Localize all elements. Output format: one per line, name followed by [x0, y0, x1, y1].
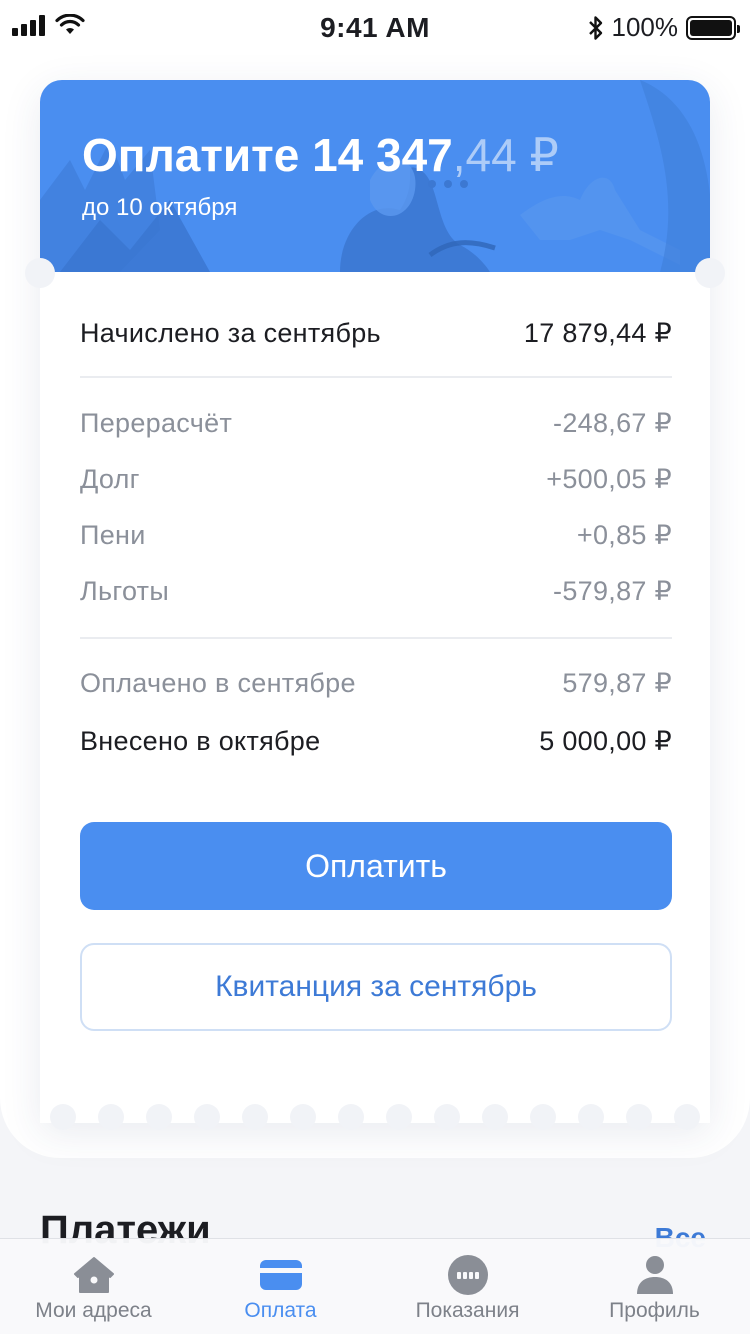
divider	[80, 637, 672, 639]
detail-value: +500,05 ₽	[546, 464, 672, 494]
ticket-perforation	[40, 1104, 710, 1130]
pay-button[interactable]: Оплатить	[80, 822, 672, 910]
home-icon	[72, 1253, 116, 1297]
detail-label: Долг	[80, 464, 140, 494]
tab-bar: Мои адреса Оплата Показания Профиль	[0, 1238, 750, 1334]
battery-icon	[686, 15, 740, 40]
paid-october-value: 5 000,00 ₽	[539, 726, 672, 756]
detail-row: Льготы -579,87 ₽	[80, 576, 672, 607]
meter-icon	[446, 1253, 490, 1297]
tab-addresses[interactable]: Мои адреса	[0, 1239, 187, 1334]
card-icon	[259, 1253, 303, 1297]
detail-label: Пени	[80, 520, 146, 550]
amount-due: Оплатите 14 347,44 ₽	[82, 128, 559, 182]
detail-value: -248,67 ₽	[553, 408, 672, 438]
accrued-label: Начислено за сентябрь	[80, 318, 381, 348]
detail-row: Пени +0,85 ₽	[80, 520, 672, 551]
profile-icon	[633, 1253, 677, 1297]
ticket-notch-right	[695, 258, 725, 288]
paid-october-row: Внесено в октябре 5 000,00 ₽	[80, 726, 672, 757]
detail-row: Перерасчёт -248,67 ₽	[80, 408, 672, 439]
amount-due-main: Оплатите 14 347	[82, 129, 453, 181]
detail-value: +0,85 ₽	[576, 520, 672, 550]
paid-september-row: Оплачено в сентябре 579,87 ₽	[80, 668, 672, 699]
tab-label: Оплата	[244, 1299, 317, 1322]
detail-label: Льготы	[80, 576, 170, 606]
tab-label: Мои адреса	[35, 1299, 152, 1322]
amount-due-cents: ,44 ₽	[452, 129, 559, 181]
payment-card: Оплатите 14 347,44 ₽ до 10 октября Начис…	[25, 80, 725, 1130]
bluetooth-icon	[588, 15, 602, 40]
accrued-row: Начислено за сентябрь 17 879,44 ₽	[80, 318, 672, 349]
tab-payment[interactable]: Оплата	[187, 1239, 374, 1334]
detail-value: -579,87 ₽	[553, 576, 672, 606]
tab-readings[interactable]: Показания	[374, 1239, 561, 1334]
detail-row: Долг +500,05 ₽	[80, 464, 672, 495]
tab-profile[interactable]: Профиль	[561, 1239, 748, 1334]
paid-september-label: Оплачено в сентябре	[80, 668, 356, 698]
receipt-button[interactable]: Квитанция за сентябрь	[80, 943, 672, 1031]
paid-september-value: 579,87 ₽	[562, 668, 672, 698]
divider	[80, 376, 672, 378]
tab-label: Показания	[415, 1299, 520, 1322]
payment-banner: Оплатите 14 347,44 ₽ до 10 октября	[40, 80, 710, 272]
accrued-value: 17 879,44 ₽	[523, 318, 672, 348]
ticket-notch-left	[25, 258, 55, 288]
due-date: до 10 октября	[82, 194, 238, 221]
paid-october-label: Внесено в октябре	[80, 726, 321, 756]
tab-label: Профиль	[609, 1299, 700, 1322]
status-bar: 9:41 AM 100%	[0, 0, 750, 54]
detail-label: Перерасчёт	[80, 408, 233, 438]
battery-percent: 100%	[611, 12, 679, 42]
